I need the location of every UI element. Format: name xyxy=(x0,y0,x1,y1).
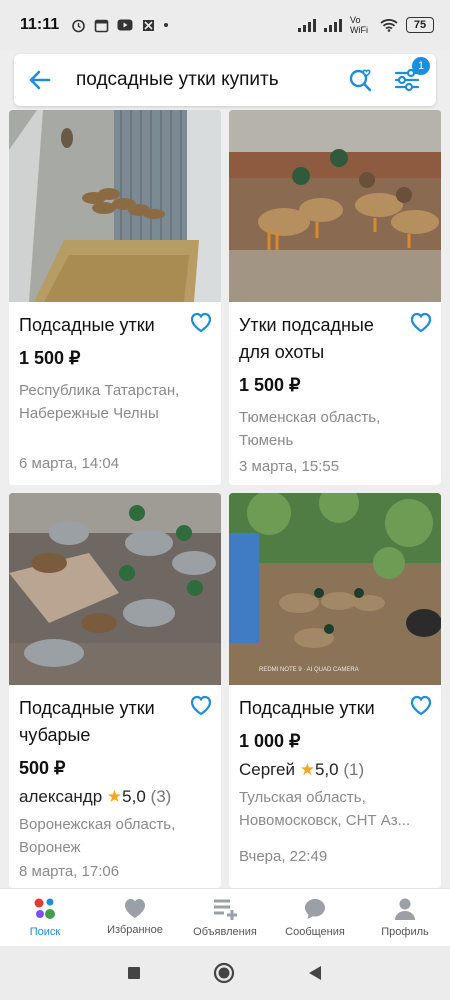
signal-icon-2 xyxy=(324,18,342,32)
listing-date: Вчера, 22:49 xyxy=(239,848,328,865)
nav-label: Профиль xyxy=(381,926,429,938)
nav-item-listings[interactable]: Объявления xyxy=(180,889,270,946)
nav-label: Избранное xyxy=(107,924,163,936)
svg-text:REDMI NOTE 9 · AI QUAD CAMERA: REDMI NOTE 9 · AI QUAD CAMERA xyxy=(259,667,359,673)
seller-rating: 5,0 xyxy=(314,760,339,779)
star-icon: ★ xyxy=(299,760,315,779)
calendar-icon xyxy=(94,19,109,32)
star-icon: ★ xyxy=(106,787,123,806)
search-heart-icon xyxy=(349,69,372,92)
listing-photo[interactable]: REDMI NOTE 9 · AI QUAD CAMERA xyxy=(229,493,441,685)
user-icon xyxy=(395,898,415,920)
signal-icon-1 xyxy=(298,18,316,32)
arrow-left-icon xyxy=(29,70,51,90)
heart-icon xyxy=(125,899,145,918)
recent-apps-icon[interactable] xyxy=(127,966,141,980)
listing-price: 500 ₽ xyxy=(19,758,66,778)
wifi-icon xyxy=(380,19,398,32)
listings-add-icon xyxy=(214,899,237,920)
listing-seller: Сергей ★5,0 (1) xyxy=(239,758,431,782)
vowifi-label: Vo WiFi xyxy=(350,15,368,35)
listing-date: 8 марта, 17:06 xyxy=(19,863,120,880)
listing-price: 1 000 ₽ xyxy=(239,731,301,751)
filter-button[interactable]: 1 xyxy=(390,57,430,97)
youtube-icon xyxy=(117,19,133,31)
listing-title: Подсадные утки xyxy=(19,315,155,335)
listing-card[interactable]: REDMI NOTE 9 · AI QUAD CAMERA Подсадные … xyxy=(229,493,441,888)
nav-label: Объявления xyxy=(193,926,257,938)
nav-item-favorites[interactable]: Избранное xyxy=(90,889,180,946)
seller-name: Сергей xyxy=(239,760,295,779)
listing-location: Тульская область, Новомосковск, СНТ Аз..… xyxy=(239,789,411,829)
search-bar: подсадные утки купить 1 xyxy=(14,54,436,106)
favorite-heart-icon[interactable] xyxy=(189,311,213,333)
listing-title: Подсадные утки xyxy=(239,698,375,718)
search-input[interactable]: подсадные утки купить xyxy=(76,69,340,91)
status-bar: 11:11 Vo WiFi 75 xyxy=(0,0,450,50)
listing-photo[interactable] xyxy=(9,110,221,302)
app-notification-icon xyxy=(143,19,155,31)
nav-label: Сообщения xyxy=(285,926,345,938)
listing-title: Утки подсадные для охоты xyxy=(239,315,374,362)
alarm-icon xyxy=(72,19,85,32)
saved-search-button[interactable] xyxy=(346,65,376,95)
chat-bubble-icon xyxy=(305,899,325,919)
listing-location: Республика Татарстан, Набережные Челны xyxy=(19,382,180,422)
status-notification-icons xyxy=(71,18,169,33)
nav-item-search[interactable]: Поиск xyxy=(0,889,90,946)
listing-photo[interactable] xyxy=(9,493,221,685)
listing-seller: александр ★5,0 (3) xyxy=(19,785,211,809)
favorite-heart-icon[interactable] xyxy=(409,694,433,716)
back-triangle-icon[interactable] xyxy=(307,965,323,981)
filter-count-badge: 1 xyxy=(412,57,430,75)
listing-card[interactable]: Подсадные утки 1 500 ₽ Республика Татарс… xyxy=(9,110,221,485)
seller-rating: 5,0 xyxy=(122,787,146,806)
home-icon[interactable] xyxy=(213,962,235,984)
more-notifications-dot xyxy=(164,23,169,27)
listing-card[interactable]: Подсадные утки чубарые 500 ₽ александр ★… xyxy=(9,493,221,888)
listing-date: 3 марта, 15:55 xyxy=(239,458,340,475)
seller-review-count: (1) xyxy=(343,760,365,779)
seller-review-count: (3) xyxy=(150,787,172,806)
listing-price: 1 500 ₽ xyxy=(239,375,301,395)
status-time: 11:11 xyxy=(20,16,60,33)
nav-label: Поиск xyxy=(29,926,61,938)
search-dots-icon xyxy=(34,898,55,919)
listing-price: 1 500 ₽ xyxy=(19,348,81,368)
listing-location: Воронежская область, Воронеж xyxy=(19,816,176,856)
favorite-heart-icon[interactable] xyxy=(409,311,433,333)
nav-item-messages[interactable]: Сообщения xyxy=(270,889,360,946)
seller-name: александр xyxy=(19,787,103,806)
status-indicators: Vo WiFi 75 xyxy=(298,15,434,35)
listing-photo[interactable] xyxy=(229,110,441,302)
listing-card[interactable]: Утки подсадные для охоты 1 500 ₽ Тюменск… xyxy=(229,110,441,485)
system-navigation-bar xyxy=(0,946,450,1000)
battery-indicator: 75 xyxy=(406,17,434,33)
listing-title: Подсадные утки чубарые xyxy=(19,698,155,745)
nav-item-profile[interactable]: Профиль xyxy=(360,889,450,946)
listing-location: Тюменская область, Тюмень xyxy=(239,409,381,449)
favorite-heart-icon[interactable] xyxy=(189,694,213,716)
back-button[interactable] xyxy=(26,66,54,94)
listing-date: 6 марта, 14:04 xyxy=(19,455,120,472)
bottom-navigation: Поиск Избранное Объявления Сообщения Про… xyxy=(0,888,450,946)
